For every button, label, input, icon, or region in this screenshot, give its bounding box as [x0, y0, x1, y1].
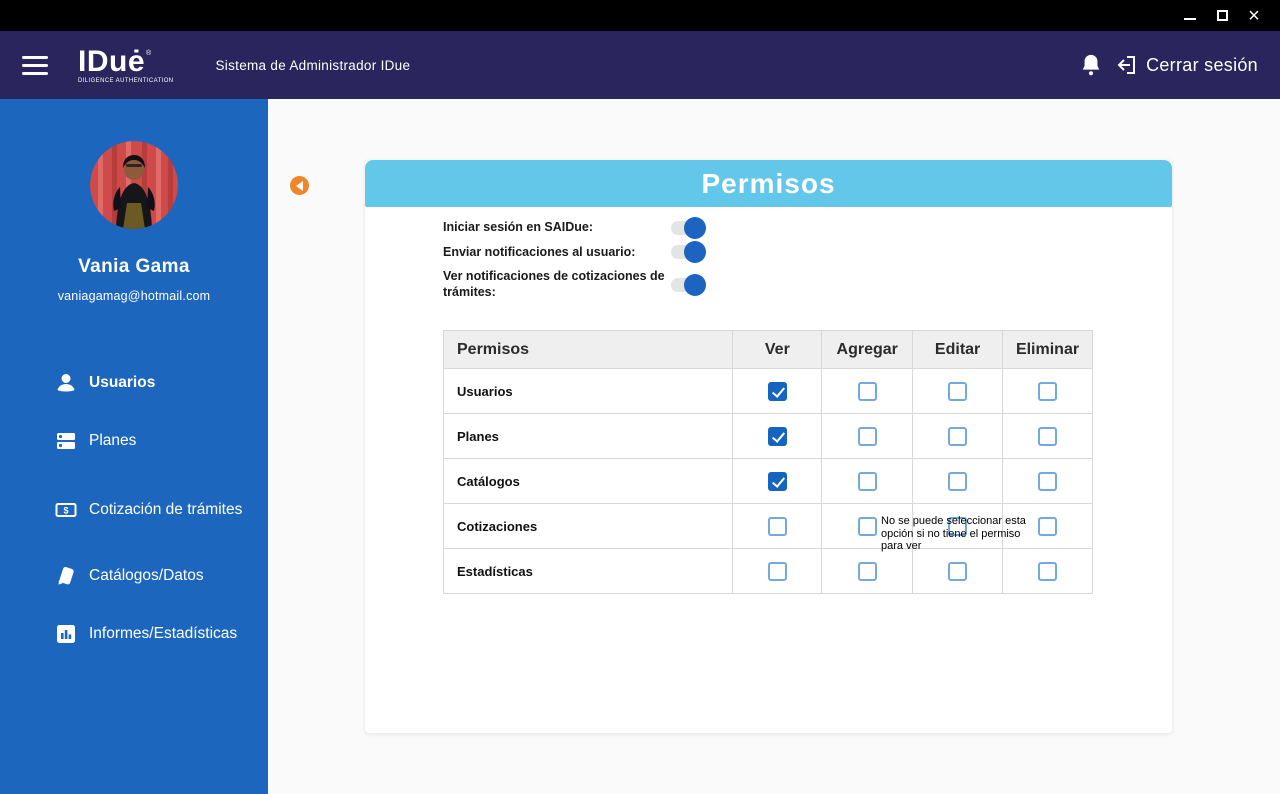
- toggle-label: Iniciar sesión en SAIDue:: [443, 220, 594, 234]
- permissions-table: Permisos Ver Agregar Editar Eliminar Usu…: [442, 330, 1093, 594]
- close-icon: ×: [1248, 4, 1260, 27]
- row-label: Planes: [442, 413, 734, 459]
- user-name: Vania Gama: [78, 256, 190, 277]
- sidebar-item-cotizacion[interactable]: $ Cotización de trámites: [0, 485, 268, 535]
- checkbox-cotizaciones-eliminar[interactable]: [1038, 516, 1058, 536]
- sidebar-nav: Usuarios Planes $ Cotización de trámites: [0, 363, 268, 654]
- row-label: Cotizaciones: [442, 503, 734, 549]
- checkbox-estadisticas-editar[interactable]: [948, 561, 968, 581]
- toggle-label: Ver notificaciones de cotizaciones de tr…: [443, 269, 665, 299]
- toggle-row: Iniciar sesión en SAIDue:: [443, 216, 1172, 239]
- app-logo: IDuė® DILIGENCE AUTHENTICATION: [78, 44, 174, 84]
- sidebar: Vania Gama vaniagamag@hotmail.com Usuari…: [0, 99, 268, 794]
- logo-text: IDuė: [78, 44, 146, 78]
- bell-icon[interactable]: [1080, 53, 1102, 77]
- sidebar-item-catalogos[interactable]: Catálogos/Datos: [0, 556, 268, 596]
- quote-icon: $: [55, 503, 77, 517]
- app-header: IDuė® DILIGENCE AUTHENTICATION Sistema d…: [0, 31, 1280, 99]
- checkbox-planes-ver[interactable]: [767, 426, 787, 446]
- back-button[interactable]: [290, 176, 309, 195]
- logo-tagline: DILIGENCE AUTHENTICATION: [78, 77, 174, 84]
- table-row-usuarios: Usuarios: [442, 368, 1093, 414]
- minimize-button[interactable]: [1174, 0, 1206, 31]
- checkbox-usuarios-ver[interactable]: [767, 381, 787, 401]
- sidebar-item-label: Planes: [89, 431, 137, 449]
- checkbox-catalogos-eliminar[interactable]: [1038, 471, 1058, 491]
- checkbox-estadisticas-eliminar[interactable]: [1038, 561, 1058, 581]
- logout-button[interactable]: Cerrar sesión: [1116, 54, 1258, 76]
- row-label: Catálogos: [442, 458, 734, 504]
- svg-text:$: $: [63, 506, 68, 516]
- window-title-bar: ×: [0, 0, 1280, 31]
- table-row-estadisticas: Estadísticas: [442, 548, 1093, 594]
- sidebar-item-planes[interactable]: Planes: [0, 421, 268, 461]
- user-icon: [57, 374, 75, 392]
- toggle-list: Iniciar sesión en SAIDue: Enviar notific…: [365, 207, 1172, 301]
- checkbox-usuarios-editar[interactable]: [948, 381, 968, 401]
- column-header-ver: Ver: [732, 330, 823, 369]
- checkbox-catalogos-ver[interactable]: [767, 471, 787, 491]
- toggle-iniciar-sesion[interactable]: [671, 216, 706, 239]
- sidebar-item-label: Cotización de trámites: [89, 500, 243, 518]
- checkbox-estadisticas-agregar[interactable]: [857, 561, 877, 581]
- checkbox-catalogos-agregar[interactable]: [857, 471, 877, 491]
- sidebar-item-label: Informes/Estadísticas: [89, 624, 238, 642]
- column-header-eliminar: Eliminar: [1002, 330, 1093, 369]
- logout-icon: [1117, 56, 1136, 74]
- table-header-row: Permisos Ver Agregar Editar Eliminar: [442, 330, 1093, 369]
- close-button[interactable]: ×: [1238, 0, 1270, 31]
- checkbox-catalogos-editar[interactable]: [948, 471, 968, 491]
- permissions-panel: Permisos Iniciar sesión en SAIDue: Envia…: [365, 160, 1172, 733]
- checkbox-planes-editar[interactable]: [948, 426, 968, 446]
- toggle-enviar-notificaciones[interactable]: [671, 241, 706, 264]
- column-header-editar: Editar: [912, 330, 1004, 369]
- panel-title: Permisos: [701, 167, 836, 199]
- bar-chart-icon: [57, 625, 75, 643]
- maximize-icon: [1216, 10, 1228, 21]
- sidebar-item-informes[interactable]: Informes/Estadísticas: [0, 614, 268, 654]
- checkbox-cotizaciones-editar[interactable]: [948, 516, 968, 536]
- catalog-icon: [58, 567, 74, 585]
- minimize-icon: [1184, 17, 1196, 20]
- toggle-label: Enviar notificaciones al usuario:: [443, 244, 636, 259]
- user-email: vaniagamag@hotmail.com: [57, 289, 211, 303]
- sidebar-item-label: Usuarios: [89, 373, 156, 391]
- menu-icon[interactable]: [22, 55, 48, 75]
- sidebar-item-usuarios[interactable]: Usuarios: [0, 363, 268, 403]
- toggle-row: Enviar notificaciones al usuario:: [443, 241, 1172, 264]
- checkbox-planes-eliminar[interactable]: [1038, 426, 1058, 446]
- plans-icon: [57, 433, 75, 449]
- table-row-cotizaciones: Cotizaciones: [442, 503, 1093, 549]
- row-label: Usuarios: [442, 368, 734, 414]
- toggle-ver-notificaciones[interactable]: [671, 273, 706, 296]
- logout-label: Cerrar sesión: [1146, 54, 1258, 75]
- checkbox-planes-agregar[interactable]: [857, 426, 877, 446]
- maximize-button[interactable]: [1206, 0, 1238, 31]
- table-row-catalogos: Catálogos: [442, 458, 1093, 504]
- column-header-agregar: Agregar: [821, 330, 914, 369]
- column-header-permisos: Permisos: [442, 330, 734, 369]
- sidebar-item-label: Catálogos/Datos: [89, 566, 204, 584]
- main-content: Permisos Iniciar sesión en SAIDue: Envia…: [268, 99, 1280, 794]
- registered-mark: ®: [146, 49, 152, 57]
- checkbox-usuarios-agregar[interactable]: [857, 381, 877, 401]
- back-arrow-icon: [295, 180, 303, 191]
- panel-header: Permisos: [365, 160, 1172, 207]
- app-title: Sistema de Administrador IDue: [215, 57, 411, 73]
- checkbox-estadisticas-ver[interactable]: [767, 561, 787, 581]
- checkbox-cotizaciones-agregar[interactable]: [857, 516, 877, 536]
- avatar: [90, 141, 178, 229]
- checkbox-cotizaciones-ver[interactable]: [767, 516, 787, 536]
- row-label: Estadísticas: [442, 548, 734, 594]
- toggle-row: Ver notificaciones de cotizaciones de tr…: [443, 269, 1172, 300]
- checkbox-usuarios-eliminar[interactable]: [1038, 381, 1058, 401]
- table-row-planes: Planes: [442, 413, 1093, 459]
